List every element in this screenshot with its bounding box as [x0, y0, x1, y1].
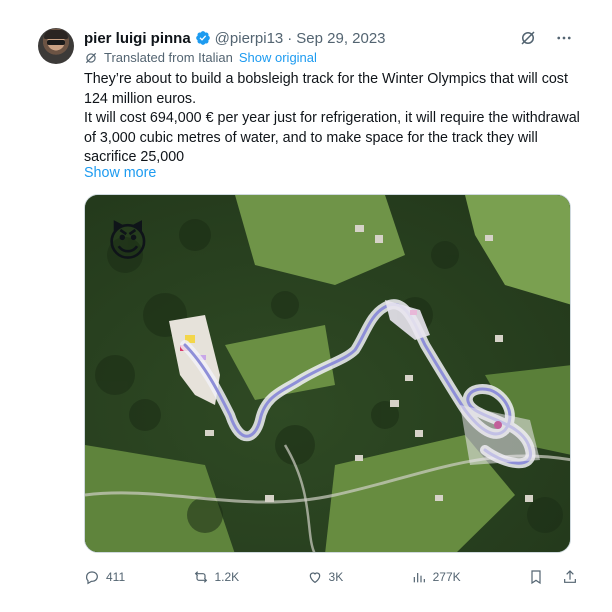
post-date[interactable]: Sep 29, 2023 [296, 30, 385, 47]
verified-badge-icon [195, 31, 210, 45]
grok-icon[interactable] [518, 28, 538, 48]
translated-label: Translated from Italian [104, 50, 233, 65]
header-separator: · [287, 29, 293, 47]
translation-notice: Translated from Italian Show original [84, 50, 317, 65]
repost-count: 1.2K [214, 570, 240, 584]
reply-button[interactable]: 411 [84, 569, 125, 585]
show-original-link[interactable]: Show original [239, 50, 317, 65]
aerial-map-image [85, 195, 570, 552]
reply-count: 411 [106, 570, 126, 584]
show-more-link[interactable]: Show more [84, 165, 156, 181]
avatar[interactable] [38, 28, 74, 64]
tweet-header: pier luigi pinna @pierpi13 · Sep 29, 202… [84, 28, 386, 48]
like-button[interactable]: 3K [307, 569, 344, 585]
repost-button[interactable]: 1.2K [193, 569, 240, 585]
devil-emoji: 😈 [107, 221, 149, 265]
views-count: 277K [432, 570, 461, 584]
more-icon[interactable] [554, 28, 574, 48]
author-handle[interactable]: @pierpi13 [215, 30, 284, 47]
views-button[interactable]: 277K [411, 569, 461, 585]
post-line-1: They’re about to build a bobsleigh track… [84, 71, 568, 107]
top-right-actions [518, 28, 574, 48]
like-icon [309, 572, 320, 584]
share-icon[interactable] [562, 569, 578, 585]
translate-icon [85, 52, 97, 63]
author-name[interactable]: pier luigi pinna [84, 30, 191, 47]
post-text: They’re about to build a bobsleigh track… [84, 70, 584, 168]
action-bar: 411 1.2K 3K 277K [84, 567, 578, 587]
bookmark-icon[interactable] [528, 569, 544, 585]
post-image[interactable]: 😈 [84, 194, 571, 553]
views-icon [413, 573, 425, 583]
repost-icon [194, 571, 207, 583]
reply-icon [86, 571, 98, 585]
like-count: 3K [328, 570, 344, 584]
action-bar-right [528, 569, 578, 585]
post-line-2: It will cost 694,000 € per year just for… [84, 110, 580, 165]
